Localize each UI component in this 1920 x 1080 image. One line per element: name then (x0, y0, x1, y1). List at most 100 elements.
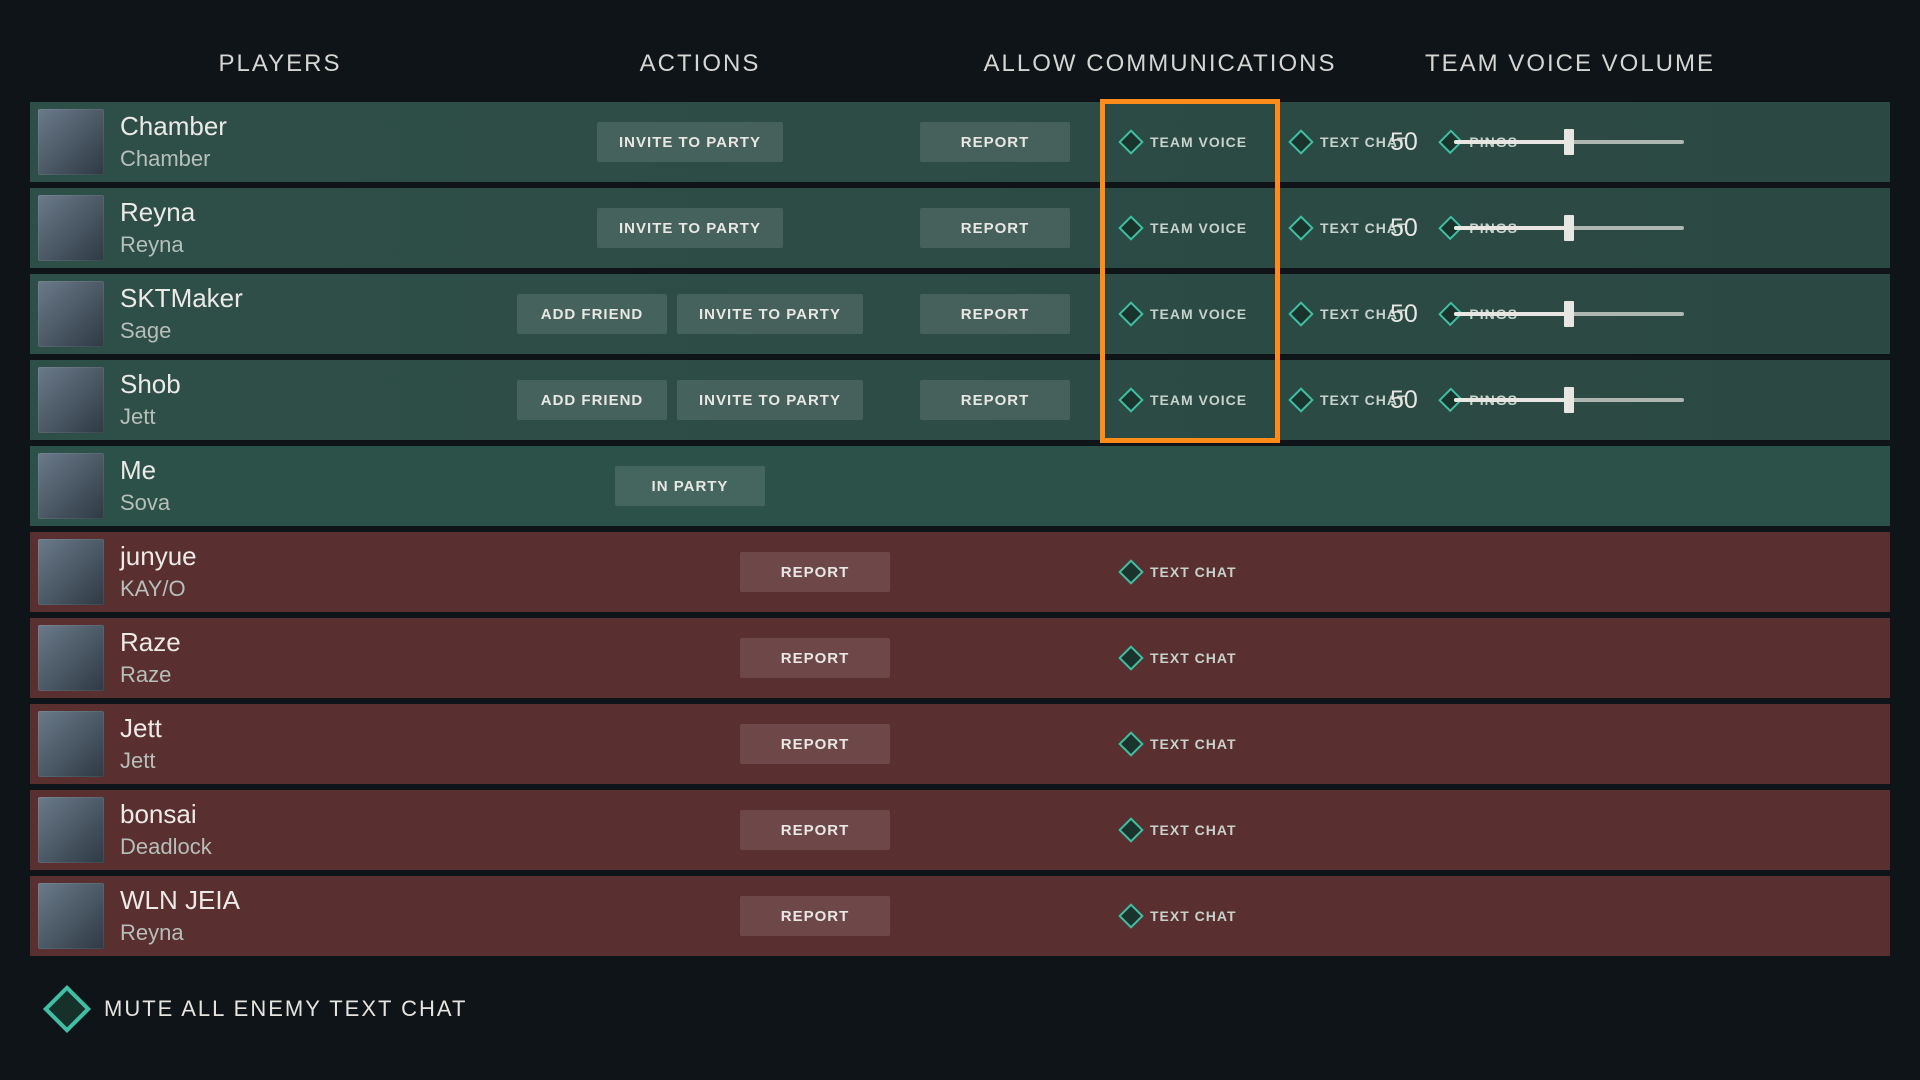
player-row: Reyna Reyna INVITE TO PARTY REPORT TEAM VOIC… (30, 188, 1890, 268)
player-name: SKTMaker (120, 284, 243, 314)
player-name: Me (120, 456, 170, 486)
volume-slider[interactable] (1454, 398, 1684, 402)
team-voice-toggle[interactable]: TEAM VOICE (1110, 295, 1270, 333)
header-players: PLAYERS (40, 50, 480, 78)
add-friend-button[interactable]: ADD FRIEND (517, 294, 667, 334)
player-cell: WLN JEIA Reyna (30, 883, 470, 949)
text-chat-toggle[interactable]: TEXT CHAT (1110, 811, 1250, 849)
column-headers: PLAYERS ACTIONS ALLOW COMMUNICATIONS TEA… (30, 50, 1890, 102)
diamond-icon (1118, 301, 1143, 326)
invite-to-party-button[interactable]: INVITE TO PARTY (597, 208, 783, 248)
team-voice-toggle[interactable]: TEAM VOICE (1110, 123, 1270, 161)
agent-name: KAY/O (120, 576, 197, 601)
diamond-icon (1288, 129, 1313, 154)
volume-slider[interactable] (1454, 140, 1684, 144)
avatar (38, 539, 104, 605)
invite-to-party-button[interactable]: INVITE TO PARTY (597, 122, 783, 162)
header-comms: ALLOW COMMUNICATIONS (920, 50, 1400, 78)
avatar (38, 711, 104, 777)
actions-cell: REPORT (470, 896, 910, 936)
comms-cell: TEXT CHAT (910, 811, 1390, 849)
footer: MUTE ALL ENEMY TEXT CHAT (30, 956, 1890, 1062)
agent-name: Reyna (120, 920, 240, 945)
comms-cell: REPORTTEAM VOICETEXT CHATPINGS (910, 208, 1390, 248)
report-button[interactable]: REPORT (920, 122, 1070, 162)
diamond-icon (1288, 301, 1313, 326)
avatar (38, 367, 104, 433)
diamond-icon (1118, 817, 1143, 842)
comms-cell: TEXT CHAT (910, 897, 1390, 935)
text-chat-toggle[interactable]: TEXT CHAT (1110, 639, 1250, 677)
text-chat-toggle[interactable]: TEXT CHAT (1110, 553, 1250, 591)
team-voice-toggle-label: TEAM VOICE (1150, 134, 1247, 150)
player-cell: Me Sova (30, 453, 470, 519)
player-name: Jett (120, 714, 162, 744)
avatar (38, 883, 104, 949)
player-name: Reyna (120, 198, 195, 228)
slider-knob[interactable] (1564, 129, 1574, 155)
text-chat-toggle-label: TEXT CHAT (1150, 908, 1237, 924)
player-cell: ChamberChamber (30, 109, 470, 175)
invite-to-party-button[interactable]: INVITE TO PARTY (677, 294, 863, 334)
agent-name: Sova (120, 490, 170, 515)
text-chat-toggle[interactable]: TEXT CHAT (1110, 725, 1250, 763)
actions-cell: REPORT (470, 552, 910, 592)
actions-cell: REPORT (470, 810, 910, 850)
text-chat-toggle[interactable]: TEXT CHAT (1110, 897, 1250, 935)
agent-name: Reyna (120, 232, 195, 257)
team-voice-toggle-label: TEAM VOICE (1150, 220, 1247, 236)
player-rows: ChamberChamber INVITE TO PARTY REPORT TEAM … (30, 102, 1890, 956)
agent-name: Jett (120, 404, 181, 429)
text-chat-toggle-label: TEXT CHAT (1150, 564, 1237, 580)
report-button[interactable]: REPORT (920, 208, 1070, 248)
actions-cell: REPORT (470, 724, 910, 764)
player-name: Chamber (120, 112, 227, 142)
report-button[interactable]: REPORT (740, 810, 890, 850)
report-button[interactable]: REPORT (740, 638, 890, 678)
report-button[interactable]: REPORT (920, 294, 1070, 334)
actions-cell: REPORT (470, 638, 910, 678)
agent-name: Deadlock (120, 834, 212, 859)
slider-knob[interactable] (1564, 301, 1574, 327)
player-row: ChamberChamber INVITE TO PARTY REPORT TEAM … (30, 102, 1890, 182)
agent-name: Sage (120, 318, 243, 343)
volume-slider[interactable] (1454, 226, 1684, 230)
actions-cell: IN PARTY (470, 466, 910, 506)
comms-cell: REPORTTEAM VOICETEXT CHATPINGS (910, 294, 1390, 334)
mute-all-label[interactable]: MUTE ALL ENEMY TEXT CHAT (104, 996, 467, 1022)
player-row: SKTMaker Sage ADD FRIENDINVITE TO PARTY REP… (30, 274, 1890, 354)
comms-cell: TEXT CHAT (910, 639, 1390, 677)
slider-knob[interactable] (1564, 215, 1574, 241)
text-chat-toggle-label: TEXT CHAT (1150, 736, 1237, 752)
report-button[interactable]: REPORT (740, 552, 890, 592)
report-button[interactable]: REPORT (740, 724, 890, 764)
match-players-panel: PLAYERS ACTIONS ALLOW COMMUNICATIONS TEA… (0, 0, 1920, 1062)
mute-all-toggle-icon[interactable] (43, 985, 91, 1033)
volume-value: 50 (1390, 386, 1434, 415)
player-name: bonsai (120, 800, 212, 830)
diamond-icon (1288, 387, 1313, 412)
avatar (38, 195, 104, 261)
team-voice-toggle[interactable]: TEAM VOICE (1110, 209, 1270, 247)
avatar (38, 797, 104, 863)
diamond-icon (1118, 645, 1143, 670)
player-row: bonsai Deadlock REPORT TEXT CHAT (30, 790, 1890, 870)
actions-cell: INVITE TO PARTY (470, 208, 910, 248)
header-actions: ACTIONS (480, 50, 920, 78)
comms-cell: TEXT CHAT (910, 553, 1390, 591)
volume-slider[interactable] (1454, 312, 1684, 316)
player-cell: Jett Jett (30, 711, 470, 777)
player-name: WLN JEIA (120, 886, 240, 916)
actions-cell: ADD FRIENDINVITE TO PARTY (470, 380, 910, 420)
agent-name: Jett (120, 748, 162, 773)
team-voice-toggle[interactable]: TEAM VOICE (1110, 381, 1270, 419)
report-button[interactable]: REPORT (920, 380, 1070, 420)
slider-knob[interactable] (1564, 387, 1574, 413)
diamond-icon (1288, 215, 1313, 240)
comms-cell: REPORTTEAM VOICETEXT CHATPINGS (910, 122, 1390, 162)
add-friend-button[interactable]: ADD FRIEND (517, 380, 667, 420)
invite-to-party-button[interactable]: INVITE TO PARTY (677, 380, 863, 420)
player-name: Raze (120, 628, 181, 658)
actions-cell: INVITE TO PARTY (470, 122, 910, 162)
report-button[interactable]: REPORT (740, 896, 890, 936)
